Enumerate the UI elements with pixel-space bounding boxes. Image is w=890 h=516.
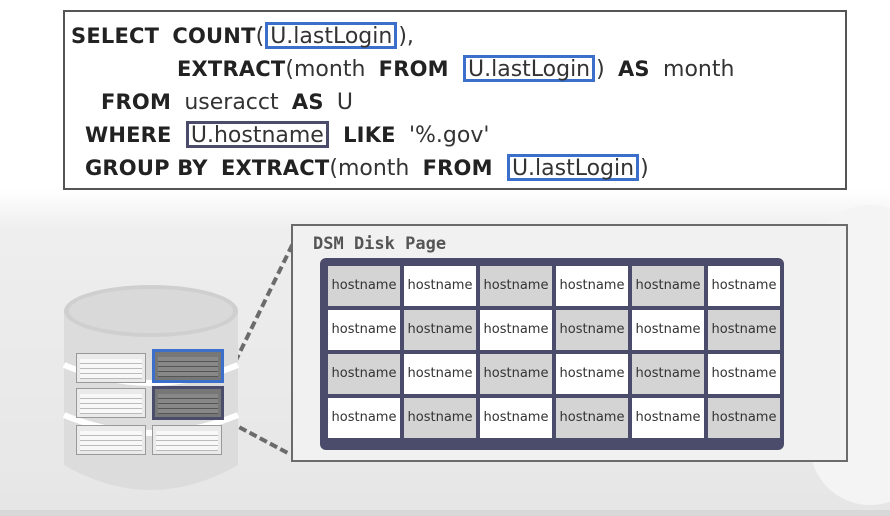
highlight-lastlogin: U.lastLogin <box>463 55 596 82</box>
sql-text: '%.gov' <box>408 123 490 148</box>
sql-line-4: WHERE U.hostname LIKE '%.gov' <box>85 120 489 150</box>
mini-page-selected <box>152 386 224 420</box>
grid-cell: hostname <box>556 398 628 438</box>
grid-cell: hostname <box>632 266 704 306</box>
sql-line-5: GROUP BY EXTRACT(month FROM U.lastLogin) <box>85 153 649 183</box>
grid-cell: hostname <box>480 310 552 350</box>
grid-cell: hostname <box>708 398 780 438</box>
mini-page <box>76 388 146 418</box>
highlight-lastlogin: U.lastLogin <box>265 22 398 49</box>
sql-text: ) <box>640 156 649 181</box>
mini-page-selected <box>152 349 224 383</box>
hostname-grid: hostname hostname hostname hostname hostname… <box>320 258 784 450</box>
grid-cell: hostname <box>480 398 552 438</box>
sql-text: useracct <box>184 90 279 115</box>
dsm-disk-page-panel: DSM Disk Page hostname hostname hostname ho… <box>291 224 848 462</box>
sql-query-box: SELECT COUNT(U.lastLogin), EXTRACT(month… <box>63 10 847 190</box>
panel-title: DSM Disk Page <box>313 234 447 254</box>
sql-keyword: EXTRACT <box>177 57 286 81</box>
grid-cell: hostname <box>556 310 628 350</box>
grid-cell: hostname <box>632 354 704 394</box>
sql-line-2: EXTRACT(month FROM U.lastLogin) AS month <box>177 54 734 84</box>
grid-cell: hostname <box>328 398 400 438</box>
grid-cell: hostname <box>708 266 780 306</box>
sql-line-3: FROM useracct AS U <box>101 87 353 117</box>
sql-text: ( <box>255 24 265 49</box>
grid-cell: hostname <box>632 310 704 350</box>
background-strip <box>0 510 890 516</box>
sql-text: (month <box>329 156 410 181</box>
grid-cell: hostname <box>404 266 476 306</box>
sql-keyword: GROUP BY <box>85 156 208 180</box>
sql-text: (month <box>285 57 366 82</box>
sql-text: U <box>336 90 354 115</box>
grid-cell: hostname <box>708 354 780 394</box>
grid-cell: hostname <box>632 398 704 438</box>
grid-cell: hostname <box>556 354 628 394</box>
sql-keyword: SELECT <box>71 24 160 48</box>
grid-cell: hostname <box>556 266 628 306</box>
highlight-hostname: U.hostname <box>185 121 329 148</box>
mini-page <box>76 353 146 383</box>
sql-text: month <box>663 57 735 82</box>
grid-cell: hostname <box>708 310 780 350</box>
grid-cell: hostname <box>480 354 552 394</box>
grid-cell: hostname <box>328 310 400 350</box>
sql-text: ), <box>398 24 414 49</box>
mini-page <box>152 425 222 455</box>
grid-cell: hostname <box>328 266 400 306</box>
highlight-lastlogin: U.lastLogin <box>506 154 640 181</box>
grid-cell: hostname <box>404 398 476 438</box>
sql-text: ) <box>596 57 605 82</box>
grid-cell: hostname <box>328 354 400 394</box>
database-cylinder <box>60 283 242 498</box>
sql-line-1: SELECT COUNT(U.lastLogin), <box>71 21 414 51</box>
mini-page <box>76 425 146 455</box>
sql-keyword: FROM <box>422 156 493 180</box>
sql-keyword: AS <box>617 57 650 81</box>
sql-keyword: FROM <box>101 90 172 114</box>
grid-cell: hostname <box>404 310 476 350</box>
sql-keyword: AS <box>291 90 324 114</box>
sql-keyword: EXTRACT <box>220 156 330 180</box>
sql-keyword: COUNT <box>172 24 256 48</box>
grid-cell: hostname <box>480 266 552 306</box>
sql-keyword: LIKE <box>343 123 396 147</box>
sql-keyword: FROM <box>378 57 449 81</box>
grid-cell: hostname <box>404 354 476 394</box>
sql-keyword: WHERE <box>85 123 172 147</box>
